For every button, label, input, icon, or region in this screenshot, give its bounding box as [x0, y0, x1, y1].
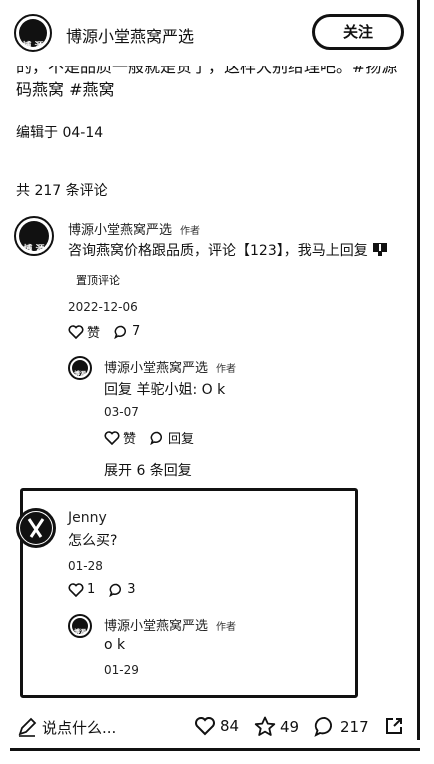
comment-bubble-icon [150, 431, 162, 445]
heart-icon [104, 430, 120, 445]
gift-icon [373, 243, 388, 256]
reply-button[interactable]: 3 [109, 582, 136, 597]
author-avatar[interactable]: 博 源 [14, 14, 52, 52]
author-tag: 作者 [216, 622, 237, 633]
post-header: 博 源 博源小堂燕窝严选 关注 [0, 0, 420, 64]
comment-bubble-icon [109, 583, 122, 597]
commenter-avatar[interactable]: 博 源 [14, 216, 54, 256]
reply-author[interactable]: 博源小堂燕窝严选 作者 [104, 615, 236, 634]
reply-author-name: 博源小堂燕窝严选 [104, 361, 209, 376]
reply-count: 3 [127, 582, 136, 597]
like-count: 84 [220, 717, 240, 735]
reply-actions: 赞 回复 [104, 428, 208, 447]
share-icon [386, 718, 402, 734]
comment-input[interactable]: 说点什么... [16, 716, 116, 738]
reply-button[interactable]: 回复 [150, 428, 194, 447]
heart-icon [195, 717, 215, 736]
reply-date: 03-07 [104, 405, 139, 419]
like-button[interactable]: 1 [68, 582, 95, 597]
reply-count: 7 [132, 324, 141, 339]
like-button[interactable]: 赞 [104, 428, 136, 447]
author-tag: 作者 [216, 364, 237, 375]
star-icon [254, 716, 276, 736]
comment-date: 01-28 [68, 559, 103, 573]
comment-bubble-icon [114, 325, 126, 339]
comment-text[interactable]: 怎么买? [68, 530, 117, 550]
commenter-avatar[interactable] [16, 508, 56, 548]
author-tag: 作者 [180, 226, 201, 237]
reply-avatar[interactable]: 博源 [68, 356, 92, 380]
like-label: 赞 [87, 326, 101, 341]
right-border [417, 0, 420, 740]
comment-count: 217 [340, 717, 369, 736]
edited-time: 编辑于 04-14 [16, 125, 104, 141]
comment-author[interactable]: 博源小堂燕窝严选 作者 [68, 219, 200, 238]
reply-avatar[interactable]: 博源 [68, 614, 92, 638]
screen: 博 源 博源小堂燕窝严选 关注 的，不是品质一般就是贵了，这样大别给理吧。#扬源… [0, 0, 434, 764]
follow-button[interactable]: 关注 [312, 14, 404, 50]
comment-text-content: 咨询燕窝价格跟品质，评论【123】，我马上回复 [68, 243, 368, 259]
pencil-icon [18, 717, 37, 737]
post-cut-line: 的，不是品质一般就是贵了，这样大别给理吧。#扬源 [16, 66, 398, 76]
collect-count: 49 [280, 717, 300, 736]
like-count: 1 [87, 582, 96, 597]
post-like-button[interactable]: 84 [194, 716, 239, 736]
comment-date: 2022-12-06 [68, 300, 138, 314]
comment-actions: 赞 7 [68, 322, 154, 341]
expand-replies-button[interactable]: 展开 6 条回复 [104, 460, 192, 480]
like-button[interactable]: 赞 [68, 322, 100, 341]
collect-button[interactable]: 49 [254, 716, 299, 737]
reply-author-name: 博源小堂燕窝严选 [104, 619, 209, 634]
author-name[interactable]: 博源小堂燕窝严选 [66, 23, 194, 47]
share-button[interactable] [384, 716, 408, 736]
like-label: 赞 [123, 432, 137, 447]
comment-input-placeholder: 说点什么... [42, 718, 117, 737]
post-tags[interactable]: 码燕窝 #燕窝 [16, 78, 406, 101]
comments-count: 共 217 条评论 [16, 183, 108, 199]
comments-button[interactable]: 217 [314, 716, 369, 737]
reply-label: 回复 [168, 432, 195, 447]
reply-text[interactable]: 回复 羊驼小姐: O k [104, 379, 225, 399]
heart-icon [68, 324, 84, 339]
reply-author[interactable]: 博源小堂燕窝严选 作者 [104, 357, 236, 376]
comment-actions: 1 3 [68, 582, 150, 597]
comment-bubble-icon [314, 717, 332, 737]
comment-author-name: 博源小堂燕窝严选 [68, 223, 173, 238]
reply-date: 01-29 [104, 663, 139, 677]
bottom-border [10, 748, 420, 751]
bottom-bar: 说点什么... 84 49 217 [0, 706, 420, 748]
comment-author-name[interactable]: Jenny [68, 510, 107, 526]
comment-text[interactable]: 咨询燕窝价格跟品质，评论【123】，我马上回复 [68, 240, 388, 260]
heart-icon [68, 582, 84, 597]
reply-text[interactable]: o k [104, 637, 125, 653]
post-body: 的，不是品质一般就是贵了，这样大别给理吧。#扬源 码燕窝 #燕窝 [16, 66, 406, 101]
reply-button[interactable]: 7 [114, 324, 140, 339]
avatar-glyph-icon [20, 512, 52, 544]
pinned-comment-badge: 置顶评论 [76, 274, 120, 287]
